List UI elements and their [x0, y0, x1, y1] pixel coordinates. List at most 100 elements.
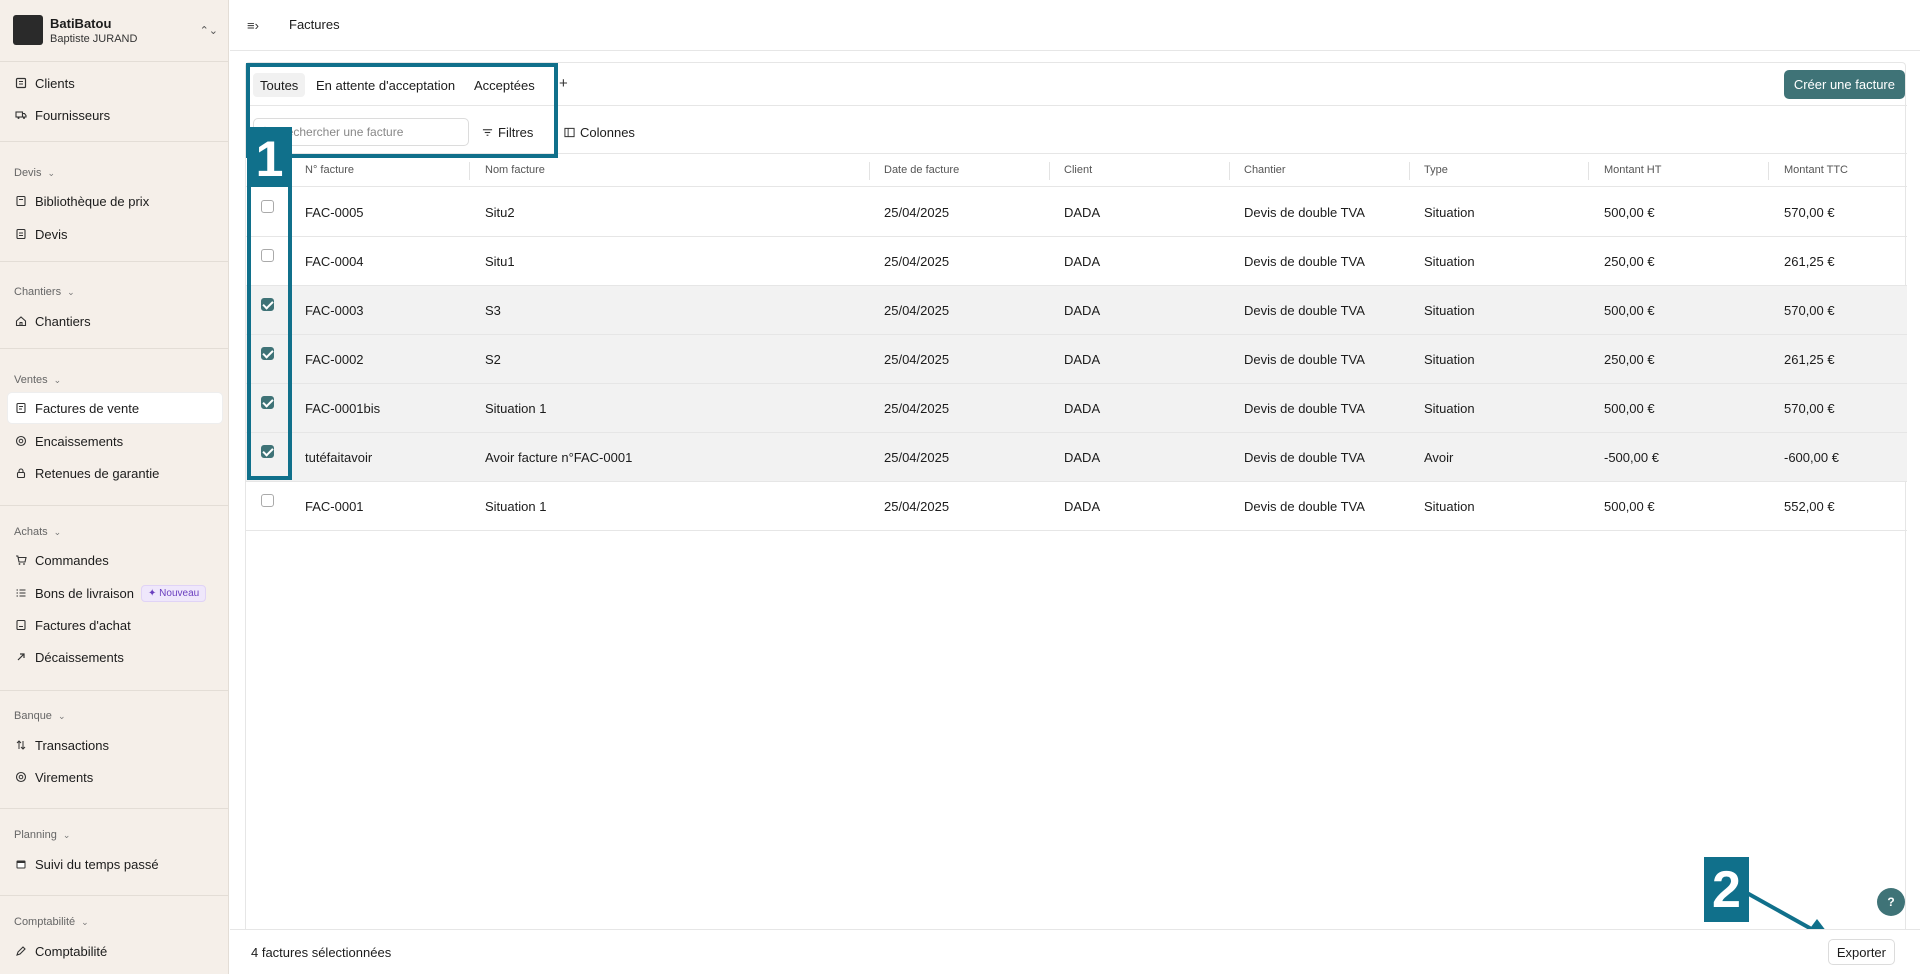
section-label: Comptabilité	[14, 916, 76, 928]
column-header[interactable]: Date de facture	[884, 164, 959, 178]
sidebar-item-label: Factures d'achat	[35, 617, 131, 633]
divider	[0, 808, 229, 809]
help-icon[interactable]: ?	[1877, 888, 1905, 916]
invoice-date: 25/04/2025	[884, 205, 950, 220]
column-divider	[869, 162, 870, 180]
row-checkbox[interactable]	[261, 494, 274, 507]
divider	[0, 141, 229, 142]
invoices-panel: Toutes En attente d'acceptation Acceptée…	[245, 62, 1907, 974]
column-header[interactable]: Type	[1424, 164, 1448, 178]
section-label: Planning	[14, 829, 57, 841]
chevron-down-icon: ⌄	[57, 710, 66, 721]
invoice-type: Situation	[1424, 205, 1475, 220]
invoice-name: Situation 1	[485, 499, 547, 514]
column-header[interactable]: N° facture	[305, 164, 354, 178]
sidebar-item-comptabilite[interactable]: Comptabilité	[8, 936, 222, 966]
top-bar: ≡› Factures	[230, 0, 1920, 51]
chantier: Devis de double TVA	[1244, 205, 1365, 220]
divider	[0, 348, 229, 349]
company-switcher[interactable]: BatiBatou Baptiste JURAND ⌃⌄	[13, 12, 218, 48]
amount-ht: 250,00 €	[1604, 352, 1655, 367]
amount-ttc: 552,00 €	[1784, 499, 1835, 514]
invoice-date: 25/04/2025	[884, 450, 950, 465]
table-row[interactable]: FAC-0003 S3 25/04/2025 DADA Devis de dou…	[246, 286, 1907, 335]
columns-button[interactable]: Colonnes	[564, 125, 635, 140]
section-ventes[interactable]: Ventes ⌄	[14, 374, 61, 386]
column-divider	[1049, 162, 1050, 180]
sidebar-item-suivi-temps[interactable]: Suivi du temps passé	[8, 849, 222, 879]
table-header: N° facture Nom facture Date de facture C…	[246, 155, 1907, 187]
invoice-type: Situation	[1424, 401, 1475, 416]
chevron-down-icon: ⌄	[81, 916, 89, 927]
section-chantiers[interactable]: Chantiers ⌄	[14, 286, 75, 298]
invoice-number: FAC-0001bis	[305, 401, 381, 416]
client: DADA	[1064, 401, 1101, 416]
invoice-number: FAC-0001	[305, 499, 364, 514]
chevron-down-icon: ⌄	[53, 526, 62, 537]
client: DADA	[1064, 499, 1101, 514]
sidebar-item-factures-de-vente[interactable]: Factures de vente	[8, 393, 222, 423]
section-comptabilite[interactable]: Comptabilité ⌄	[14, 916, 89, 928]
section-banque[interactable]: Banque ⌄	[14, 710, 65, 722]
invoice-date: 25/04/2025	[884, 303, 950, 318]
transfer-icon	[14, 739, 27, 752]
section-devis[interactable]: Devis ⌄	[14, 167, 55, 179]
sidebar-item-bons-de-livraison[interactable]: Bons de livraison ✦ Nouveau	[8, 578, 222, 608]
invoice-name: S3	[485, 303, 501, 318]
client: DADA	[1064, 205, 1101, 220]
sidebar-item-label: Comptabilité	[35, 943, 108, 959]
section-planning[interactable]: Planning ⌄	[14, 829, 70, 841]
sidebar-item-chantiers[interactable]: Chantiers	[8, 306, 222, 336]
sidebar-item-devis[interactable]: Devis	[8, 219, 222, 249]
divider	[0, 61, 229, 62]
column-header[interactable]: Montant TTC	[1784, 164, 1848, 178]
table-row[interactable]: FAC-0004 Situ1 25/04/2025 DADA Devis de …	[246, 237, 1907, 286]
client: DADA	[1064, 303, 1101, 318]
sidebar-item-transactions[interactable]: Transactions	[8, 730, 222, 760]
client: DADA	[1064, 254, 1101, 269]
sidebar-item-fournisseurs[interactable]: Fournisseurs	[8, 100, 222, 130]
sidebar-item-encaissements[interactable]: Encaissements	[8, 426, 222, 456]
chantier: Devis de double TVA	[1244, 352, 1365, 367]
sidebar-item-decaissements[interactable]: Décaissements	[8, 642, 222, 672]
table-row[interactable]: FAC-0005 Situ2 25/04/2025 DADA Devis de …	[246, 188, 1907, 237]
sidebar-item-bibliotheque[interactable]: Bibliothèque de prix	[8, 186, 222, 216]
new-badge: ✦ Nouveau	[141, 584, 207, 602]
table-row[interactable]: FAC-0001 Situation 1 25/04/2025 DADA Dev…	[246, 482, 1907, 531]
section-achats[interactable]: Achats ⌄	[14, 526, 61, 538]
table-row[interactable]: FAC-0001bis Situation 1 25/04/2025 DADA …	[246, 384, 1907, 433]
selection-count: 4 factures sélectionnées	[251, 945, 392, 960]
sidebar-item-factures-achat[interactable]: Factures d'achat	[8, 610, 222, 640]
add-tab-icon[interactable]: +	[559, 75, 568, 92]
column-header[interactable]: Montant HT	[1604, 164, 1661, 178]
chevron-down-icon: ⌄	[47, 167, 56, 178]
amount-ttc: 570,00 €	[1784, 205, 1835, 220]
sidebar-item-retenues[interactable]: Retenues de garantie	[8, 458, 222, 488]
column-divider	[469, 162, 470, 180]
amount-ht: -500,00 €	[1604, 450, 1659, 465]
column-divider	[1229, 162, 1230, 180]
column-header[interactable]: Chantier	[1244, 164, 1286, 178]
column-header[interactable]: Nom facture	[485, 164, 545, 178]
create-invoice-button[interactable]: Créer une facture	[1783, 70, 1905, 99]
sidebar-item-label: Fournisseurs	[35, 107, 111, 123]
invoice-type: Situation	[1424, 499, 1475, 514]
section-label: Chantiers	[14, 286, 62, 298]
amount-ht: 250,00 €	[1604, 254, 1655, 269]
sidebar-item-commandes[interactable]: Commandes	[8, 545, 222, 575]
collapse-sidebar-icon[interactable]: ≡›	[247, 18, 259, 33]
chantier: Devis de double TVA	[1244, 303, 1365, 318]
divider	[0, 895, 229, 896]
table-row[interactable]: tutéfaitavoir Avoir facture n°FAC-0001 2…	[246, 433, 1907, 482]
sidebar-item-label: Factures de vente	[35, 400, 140, 416]
column-header[interactable]: Client	[1064, 164, 1092, 178]
export-button[interactable]: Exporter	[1827, 939, 1895, 965]
amount-ttc: 261,25 €	[1784, 352, 1835, 367]
sidebar-item-clients[interactable]: Clients	[8, 68, 222, 98]
annotation-box-tabs-search	[246, 63, 558, 158]
table-row[interactable]: FAC-0002 S2 25/04/2025 DADA Devis de dou…	[246, 335, 1907, 384]
company-logo	[13, 15, 43, 45]
section-label: Ventes	[14, 374, 48, 386]
sidebar-item-label: Bibliothèque de prix	[35, 193, 150, 209]
sidebar-item-virements[interactable]: Virements	[8, 762, 222, 792]
